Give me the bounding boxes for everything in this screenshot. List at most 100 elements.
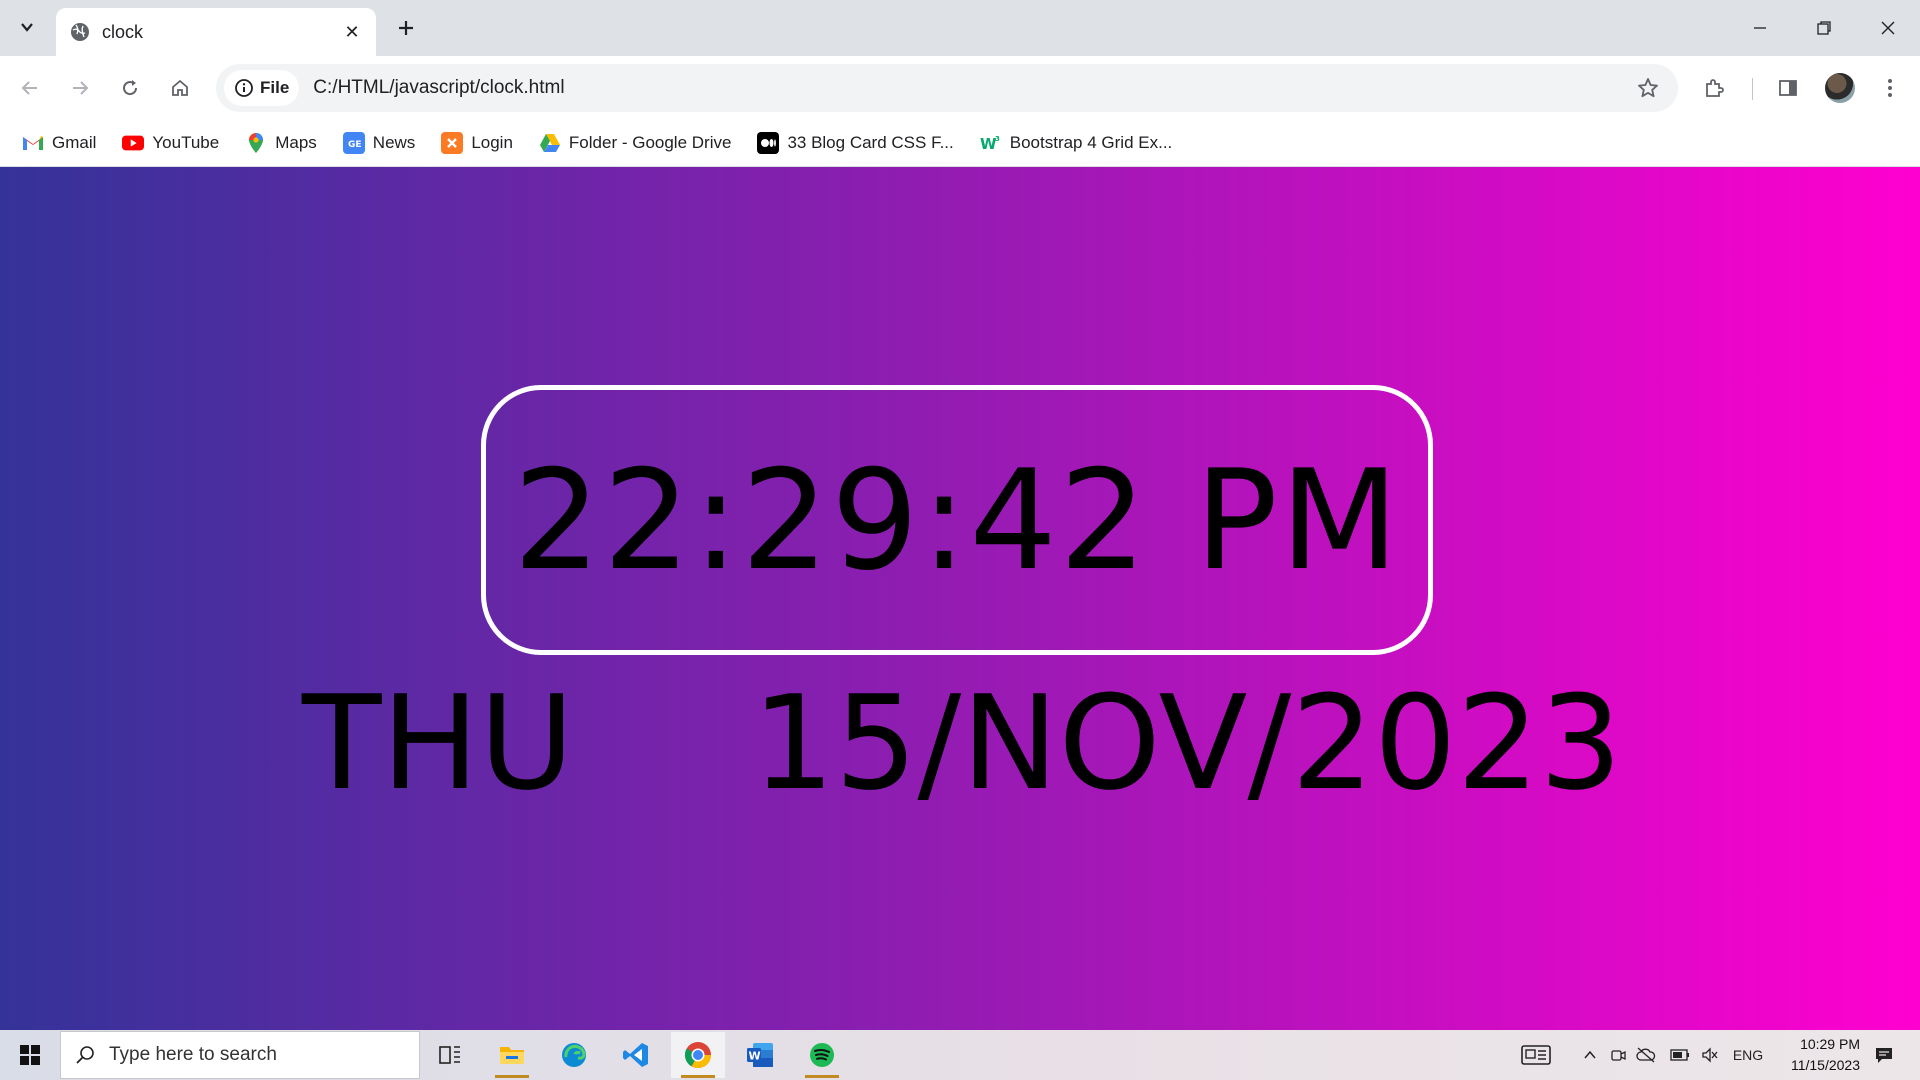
news-icon: GE xyxy=(342,132,365,154)
svg-text:GE: GE xyxy=(348,140,362,150)
spotify-icon xyxy=(810,1043,834,1067)
reload-button[interactable] xyxy=(112,70,148,106)
restore-icon xyxy=(1817,21,1831,35)
onedrive-status-button[interactable] xyxy=(1634,1030,1658,1080)
bookmark-google-drive[interactable]: Folder - Google Drive xyxy=(535,128,736,158)
taskbar-app-vscode[interactable] xyxy=(609,1032,663,1078)
taskbar-search-box[interactable]: Type here to search xyxy=(60,1031,420,1079)
maps-icon xyxy=(245,132,267,154)
address-bar[interactable]: File C:/HTML/javascript/clock.html xyxy=(216,64,1678,112)
chevron-up-icon xyxy=(1584,1050,1596,1059)
file-explorer-icon xyxy=(500,1047,524,1064)
extensions-button[interactable] xyxy=(1696,70,1732,106)
google-drive-icon xyxy=(539,132,561,154)
close-window-button[interactable] xyxy=(1858,6,1918,50)
volume-muted-icon xyxy=(1702,1047,1718,1063)
menu-button[interactable] xyxy=(1872,70,1908,106)
day-of-week: THU xyxy=(302,667,575,819)
bookmark-maps[interactable]: Maps xyxy=(241,128,321,158)
date-line: THU 15/NOV/2023 xyxy=(300,667,1660,819)
more-vertical-icon xyxy=(1888,79,1892,97)
bookmark-label: Bootstrap 4 Grid Ex... xyxy=(1009,133,1173,152)
vscode-icon xyxy=(623,1043,648,1067)
battery-icon xyxy=(1670,1049,1689,1061)
clock-frame: 22:29:42 PM xyxy=(481,385,1433,655)
task-view-button[interactable] xyxy=(423,1032,477,1078)
system-time: 10:29 PM xyxy=(1800,1036,1860,1052)
notifications-button[interactable] xyxy=(1864,1030,1904,1080)
profile-button[interactable] xyxy=(1822,70,1858,106)
calendar-date: 15/NOV/2023 xyxy=(752,667,1623,819)
bookmark-label: News xyxy=(372,133,416,152)
tab-clock[interactable]: clock ✕ xyxy=(56,8,376,56)
bookmark-star-button[interactable] xyxy=(1628,68,1668,108)
language-label: ENG xyxy=(1732,1047,1764,1063)
plus-icon xyxy=(399,21,413,35)
arrow-left-icon xyxy=(21,81,37,95)
bookmark-label: Maps xyxy=(275,133,317,152)
tab-title: clock xyxy=(102,21,144,42)
camera-status-button[interactable] xyxy=(1606,1030,1630,1080)
chrome-icon xyxy=(684,1042,712,1069)
bookmark-label: Folder - Google Drive xyxy=(568,133,732,152)
arrow-right-icon xyxy=(73,81,89,95)
active-indicator xyxy=(495,1075,529,1078)
clock-time: 22:29:42 PM xyxy=(513,439,1401,601)
taskbar-app-word[interactable]: W xyxy=(733,1032,787,1078)
w3schools-icon: W3 xyxy=(980,132,1002,154)
reload-icon xyxy=(123,80,138,96)
active-indicator xyxy=(681,1075,715,1078)
taskbar-app-edge[interactable] xyxy=(547,1032,601,1078)
page-viewport: 22:29:42 PM THU 15/NOV/2023 xyxy=(0,167,1920,1030)
browser-toolbar: File C:/HTML/javascript/clock.html xyxy=(0,56,1920,120)
bookmark-bootstrap-grid[interactable]: W3 Bootstrap 4 Grid Ex... xyxy=(976,128,1177,158)
tab-search-button[interactable] xyxy=(12,12,42,42)
close-icon xyxy=(1881,21,1895,35)
bookmark-gmail[interactable]: Gmail xyxy=(18,128,100,158)
cloud-offline-icon xyxy=(1636,1047,1656,1063)
news-widget-button[interactable] xyxy=(1518,1030,1554,1080)
toolbar-divider xyxy=(1752,78,1753,100)
bookmark-login[interactable]: Login xyxy=(437,128,517,158)
windows-icon xyxy=(20,1045,40,1065)
taskbar-app-chrome[interactable] xyxy=(671,1032,725,1078)
xampp-icon xyxy=(441,132,464,154)
volume-button[interactable] xyxy=(1698,1030,1722,1080)
battery-status-button[interactable] xyxy=(1668,1030,1692,1080)
avatar xyxy=(1825,73,1855,103)
bookmark-blog-card[interactable]: 33 Blog Card CSS F... xyxy=(753,128,957,158)
site-info-chip[interactable]: File xyxy=(224,70,300,106)
bookmark-youtube[interactable]: YouTube xyxy=(118,128,223,158)
bookmark-label: Gmail xyxy=(52,133,97,152)
word-icon: W xyxy=(747,1043,773,1067)
info-icon xyxy=(235,79,253,97)
back-button[interactable] xyxy=(12,70,48,106)
system-clock[interactable]: 10:29 PM 11/15/2023 xyxy=(1760,1034,1860,1076)
taskbar-app-spotify[interactable] xyxy=(795,1032,849,1078)
bookmark-news[interactable]: GE News xyxy=(339,128,420,158)
forward-button[interactable] xyxy=(62,70,98,106)
url-text[interactable]: C:/HTML/javascript/clock.html xyxy=(313,77,1628,99)
new-tab-button[interactable] xyxy=(390,12,422,44)
restore-button[interactable] xyxy=(1794,6,1854,50)
search-placeholder: Type here to search xyxy=(109,1044,277,1065)
side-panel-button[interactable] xyxy=(1770,70,1806,106)
taskbar-app-file-explorer[interactable] xyxy=(485,1032,539,1078)
bookmark-label: 33 Blog Card CSS F... xyxy=(787,133,954,152)
task-view-icon xyxy=(439,1046,460,1064)
globe-icon xyxy=(70,22,90,42)
bookmark-label: Login xyxy=(471,133,513,152)
youtube-icon xyxy=(122,132,145,154)
show-hidden-icons-button[interactable] xyxy=(1578,1030,1602,1080)
start-button[interactable] xyxy=(10,1038,50,1072)
minimize-button[interactable] xyxy=(1730,6,1790,50)
notification-icon xyxy=(1876,1048,1892,1063)
gmail-icon xyxy=(22,132,44,154)
tab-strip: clock ✕ xyxy=(0,0,1920,56)
home-button[interactable] xyxy=(162,70,198,106)
system-date: 11/15/2023 xyxy=(1790,1057,1860,1073)
news-widget-icon xyxy=(1521,1045,1551,1065)
close-tab-icon[interactable]: ✕ xyxy=(338,18,366,46)
taskbar: Type here to search W ENG 10:29 PM 11/15… xyxy=(0,1030,1920,1080)
search-icon xyxy=(76,1046,94,1064)
